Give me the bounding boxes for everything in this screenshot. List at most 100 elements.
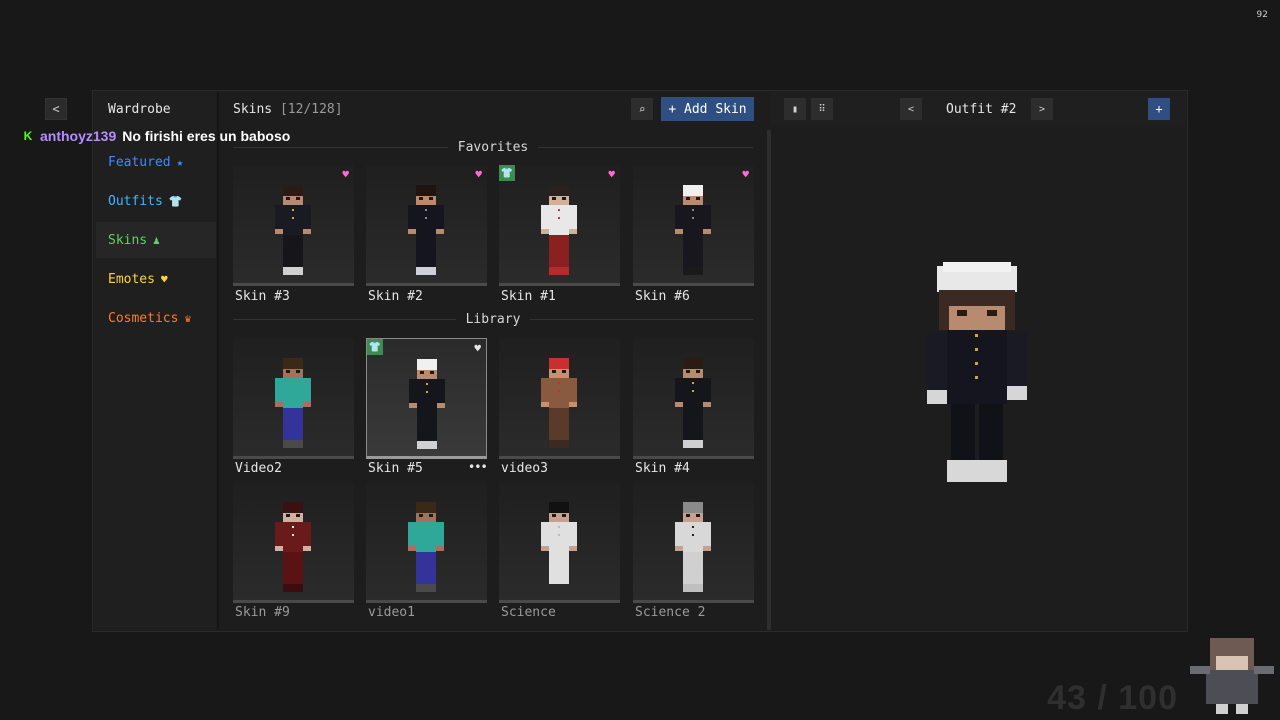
favorite-heart-icon[interactable]: ♥ (342, 168, 349, 181)
sidebar-item-featured[interactable]: Featured ★ (96, 144, 216, 180)
library-label: Library (465, 312, 521, 327)
skin-card-label: Science 2 (635, 605, 706, 620)
skin-preview-image (273, 185, 313, 281)
divider-line (530, 319, 754, 320)
chat-username: anthoyz139 (40, 128, 117, 144)
crown-icon: ♛ (184, 311, 192, 325)
divider-line (233, 319, 456, 320)
skin-preview-image (539, 185, 579, 281)
back-button[interactable]: < (45, 98, 67, 120)
sidebar-item-skins[interactable]: Skins ♟ (96, 222, 216, 258)
favorite-heart-icon[interactable]: ♥ (475, 168, 482, 181)
add-outfit-button[interactable]: + (1148, 98, 1170, 120)
tshirt-icon: 👕 (168, 194, 183, 208)
skin-card-label: Skin #5 (368, 461, 423, 476)
equipped-tshirt-icon: 👕 (367, 339, 383, 355)
divider-line (233, 147, 448, 148)
skin-preview-image (673, 185, 713, 281)
skin-card[interactable] (233, 338, 354, 459)
skin-card[interactable]: ♥ (233, 165, 354, 286)
skin-card[interactable] (633, 338, 754, 459)
heart-icon: ♥ (160, 272, 168, 286)
fps-counter: 92 (1256, 10, 1268, 20)
sidebar-item-label: Outfits (108, 193, 163, 209)
skin-card-label: Skin #4 (635, 461, 690, 476)
panel-divider (217, 92, 219, 630)
plus-icon: + (1155, 102, 1163, 116)
skin-card[interactable]: 👕 ♥ (366, 338, 487, 459)
sidebar-item-label: Featured (108, 154, 171, 170)
skin-card[interactable]: 👕 ♥ (499, 165, 620, 286)
skin-card-label: video1 (368, 605, 415, 620)
skin-preview-image (407, 359, 447, 455)
skin-card-label: Skin #3 (235, 289, 290, 304)
favorites-label: Favorites (457, 140, 529, 155)
library-header: Library (233, 312, 754, 327)
skin-preview-image (673, 358, 713, 454)
character-preview[interactable] (925, 262, 1029, 484)
skin-preview-image (539, 358, 579, 454)
skin-card[interactable]: ♥ (633, 165, 754, 286)
skin-card[interactable] (499, 482, 620, 603)
more-options-icon[interactable]: ••• (468, 460, 488, 474)
mascot-image (1190, 638, 1274, 714)
skin-card-label: Skin #2 (368, 289, 423, 304)
skin-card[interactable] (499, 338, 620, 459)
grid-view-button[interactable]: ⠿ (811, 98, 833, 120)
sidebar-item-emotes[interactable]: Emotes ♥ (96, 261, 216, 297)
sidebar-item-label: Emotes (108, 271, 155, 287)
chevron-left-icon: < (52, 102, 60, 116)
scrollbar[interactable] (767, 130, 771, 630)
skins-title-text: Skins (233, 102, 273, 117)
favorites-header: Favorites (233, 140, 754, 155)
skin-preview-image (406, 185, 446, 281)
single-view-button[interactable]: ▮ (784, 98, 806, 120)
skin-card-label: Skin #6 (635, 289, 690, 304)
outfit-title: Outfit #2 (946, 102, 1017, 117)
skin-card[interactable] (366, 482, 487, 603)
star-icon: ★ (176, 155, 184, 169)
favorite-heart-icon[interactable]: ♥ (608, 168, 615, 181)
skin-card-label: Video2 (235, 461, 282, 476)
person-icon: ♟ (153, 233, 160, 247)
next-outfit-button[interactable]: > (1031, 98, 1053, 120)
skin-card-label: Science (501, 605, 556, 620)
add-skin-button[interactable]: + Add Skin (661, 97, 754, 121)
skin-card-label: video3 (501, 461, 548, 476)
add-skin-label: + Add Skin (668, 101, 747, 117)
skin-card[interactable]: ♥ (366, 165, 487, 286)
skin-card[interactable] (233, 482, 354, 603)
chevron-right-icon: > (1038, 103, 1046, 115)
person-icon: ▮ (791, 103, 799, 115)
equipped-tshirt-icon: 👕 (499, 165, 515, 181)
skins-title: Skins [12/128] (233, 102, 343, 117)
sidebar-item-label: Cosmetics (108, 310, 179, 326)
skin-preview-image (673, 502, 713, 598)
sidebar-item-cosmetics[interactable]: Cosmetics ♛ (96, 300, 216, 336)
skin-preview-image (406, 502, 446, 598)
favorite-heart-icon[interactable]: ♥ (742, 168, 749, 181)
divider-line (538, 147, 754, 148)
skin-preview-image (273, 502, 313, 598)
chat-text: No firishi eres un baboso (122, 128, 291, 144)
player-model-image (927, 262, 1027, 482)
mascot-character (1190, 636, 1274, 716)
skins-count: [12/128] (279, 102, 343, 117)
skin-preview-image (273, 358, 313, 454)
prev-outfit-button[interactable]: < (900, 98, 922, 120)
skin-card-label: Skin #1 (501, 289, 556, 304)
skin-card-label: Skin #9 (235, 605, 290, 620)
chevron-left-icon: < (907, 103, 915, 115)
chat-message: K anthoyz139 No firishi eres un baboso (22, 128, 291, 144)
sidebar-title: Wardrobe (108, 102, 171, 117)
progress-counter: 43 / 100 (1047, 679, 1178, 717)
search-button[interactable]: ⌕ (631, 98, 653, 120)
favorite-heart-icon[interactable]: ♥ (474, 342, 481, 355)
grid-icon: ⠿ (818, 103, 826, 115)
search-icon: ⌕ (638, 102, 646, 116)
skin-preview-image (539, 502, 579, 598)
sidebar-item-label: Skins (108, 232, 148, 248)
kick-badge-icon: K (23, 129, 33, 143)
skin-card[interactable] (633, 482, 754, 603)
sidebar-item-outfits[interactable]: Outfits 👕 (96, 183, 216, 219)
